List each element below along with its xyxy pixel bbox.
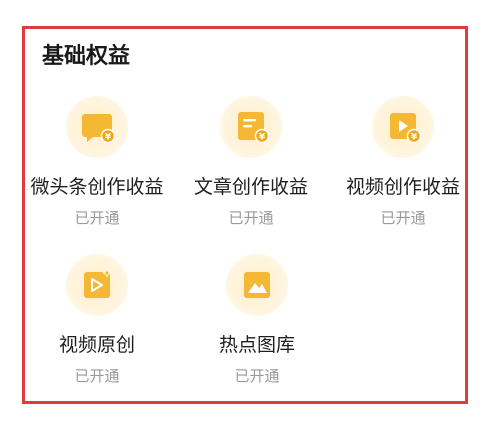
benefit-status: 已开通 xyxy=(234,367,280,385)
micro-post-income-icon: ¥ xyxy=(66,96,128,158)
benefit-micro-post-income[interactable]: ¥ 微头条创作收益 已开通 xyxy=(22,96,172,228)
benefit-video-income[interactable]: ¥ 视频创作收益 已开通 xyxy=(328,96,478,228)
hot-gallery-icon xyxy=(226,254,288,316)
benefit-status: 已开通 xyxy=(74,209,120,227)
benefit-hot-gallery[interactable]: 热点图库 已开通 xyxy=(182,254,332,386)
svg-text:¥: ¥ xyxy=(105,133,112,143)
svg-text:¥: ¥ xyxy=(259,133,266,143)
benefit-label: 微头条创作收益 xyxy=(30,176,164,198)
benefit-label: 视频创作收益 xyxy=(345,176,460,198)
benefit-video-original[interactable]: 视频原创 已开通 xyxy=(22,254,172,386)
benefits-card: 基础权益 ¥ 微头条创作收益 已开通 ¥ 文章创作收益 已开通 ¥ 视频创作收益… xyxy=(0,0,500,421)
benefit-label: 热点图库 xyxy=(218,334,295,356)
video-original-icon xyxy=(66,254,128,316)
article-income-icon: ¥ xyxy=(220,96,282,158)
video-income-icon: ¥ xyxy=(372,96,434,158)
benefit-status: 已开通 xyxy=(228,209,274,227)
benefit-label: 视频原创 xyxy=(58,334,135,356)
benefit-status: 已开通 xyxy=(380,209,426,227)
benefit-label: 文章创作收益 xyxy=(193,176,308,198)
benefit-article-income[interactable]: ¥ 文章创作收益 已开通 xyxy=(176,96,326,228)
benefit-status: 已开通 xyxy=(74,367,120,385)
section-title: 基础权益 xyxy=(42,44,131,69)
svg-text:¥: ¥ xyxy=(411,133,418,143)
